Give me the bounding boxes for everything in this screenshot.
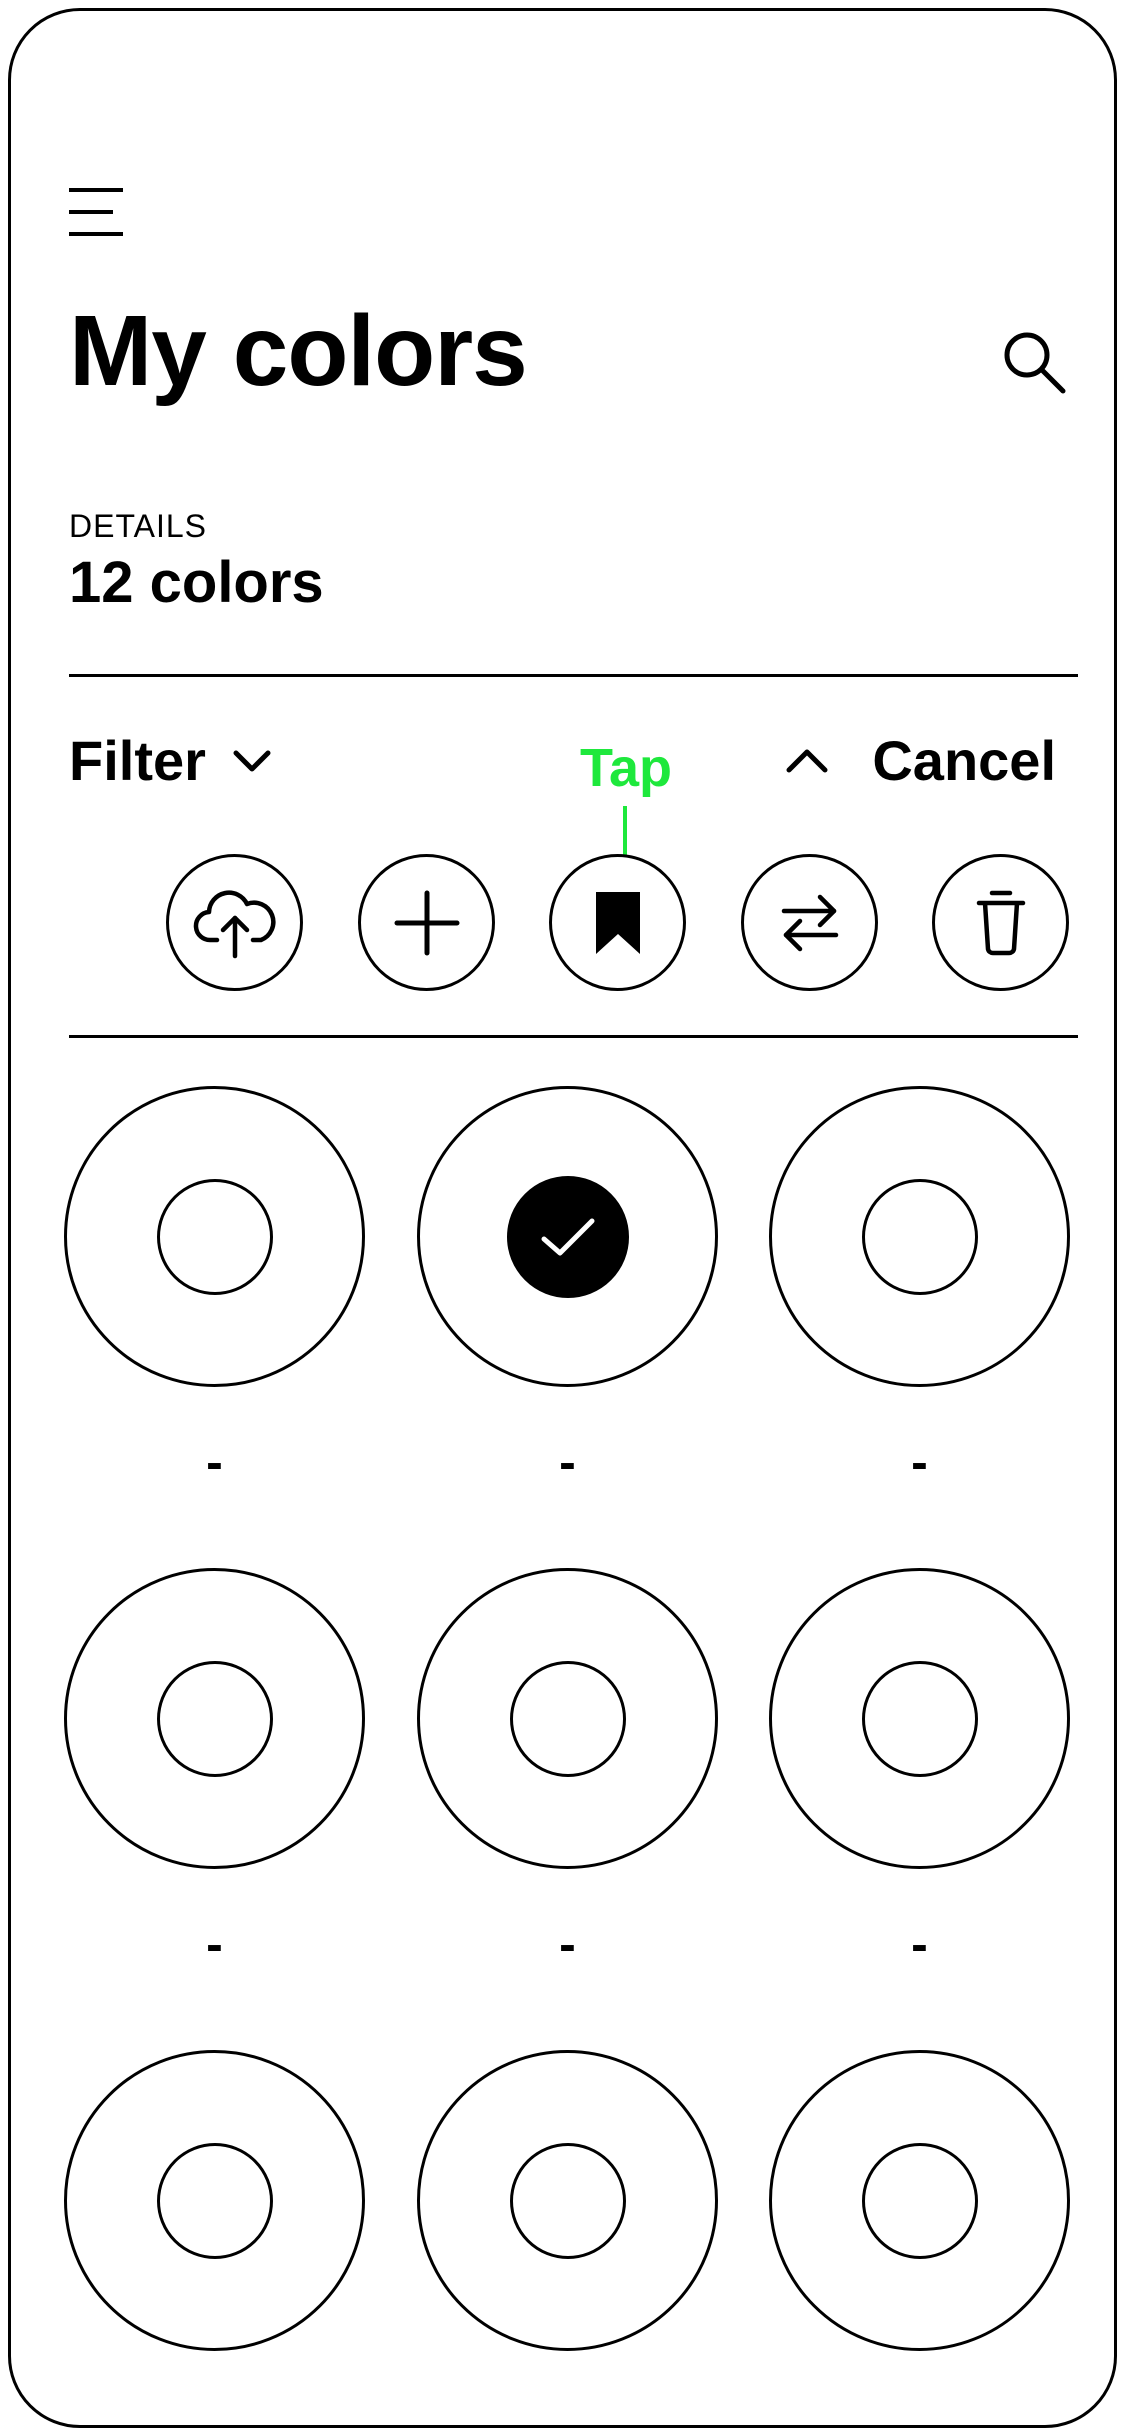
bookmark-button[interactable]	[549, 854, 686, 991]
color-swatch[interactable]	[64, 1086, 365, 1387]
swap-arrows-icon	[781, 894, 838, 951]
cloud-upload-icon	[193, 889, 275, 958]
selection-controls: Cancel	[784, 733, 1056, 789]
color-swatch[interactable]	[64, 2050, 365, 2351]
swatch-label: -	[559, 1434, 576, 1490]
swatch-label: -	[911, 1916, 928, 1972]
phone-frame: My colors DETAILS 12 colors Filter Cance…	[8, 8, 1117, 2428]
swatch-label: -	[206, 1916, 223, 1972]
swatch-inner-circle	[509, 2142, 626, 2259]
swap-button[interactable]	[741, 854, 878, 991]
details-label: DETAILS	[69, 508, 207, 544]
hamburger-menu-icon[interactable]	[69, 186, 123, 238]
filter-label: Filter	[69, 729, 206, 792]
swatch-inner-circle	[509, 1660, 626, 1777]
color-swatch[interactable]	[417, 1568, 718, 1869]
swatch-inner-circle	[156, 2142, 273, 2259]
swatch-label: -	[559, 1916, 576, 1972]
swatch-inner-circle	[156, 1660, 273, 1777]
plus-icon	[394, 890, 459, 955]
swatch-selected-indicator	[506, 1175, 629, 1298]
color-swatch[interactable]	[769, 1568, 1070, 1869]
swatch-inner-circle	[861, 1178, 978, 1295]
color-swatch[interactable]	[769, 2050, 1070, 2351]
trash-icon	[976, 890, 1025, 955]
color-swatch[interactable]	[769, 1086, 1070, 1387]
swatch-label: -	[911, 1434, 928, 1490]
cancel-button[interactable]: Cancel	[872, 733, 1056, 789]
swatch-inner-circle	[861, 1660, 978, 1777]
swatch-inner-circle	[156, 1178, 273, 1295]
page-title: My colors	[69, 295, 528, 407]
divider-bottom	[69, 1035, 1078, 1038]
chevron-up-icon[interactable]	[784, 738, 830, 784]
divider-top	[69, 674, 1078, 677]
color-swatch[interactable]	[64, 1568, 365, 1869]
swatch-label: -	[911, 2398, 928, 2428]
search-icon[interactable]	[1001, 329, 1069, 397]
tap-annotation-label: Tap	[580, 738, 672, 798]
upload-button[interactable]	[166, 854, 303, 991]
color-swatch[interactable]	[417, 2050, 718, 2351]
bookmark-icon	[595, 891, 640, 954]
delete-button[interactable]	[932, 854, 1069, 991]
swatch-label: -	[559, 2398, 576, 2428]
swatch-label: -	[206, 1434, 223, 1490]
filter-button[interactable]: Filter	[69, 733, 272, 789]
swatch-label: -	[206, 2398, 223, 2428]
chevron-down-icon	[233, 750, 271, 772]
color-swatch[interactable]	[417, 1086, 718, 1387]
add-button[interactable]	[358, 854, 495, 991]
checkmark-icon	[541, 1218, 594, 1255]
details-count: 12 colors	[69, 550, 324, 615]
swatch-inner-circle	[861, 2142, 978, 2259]
